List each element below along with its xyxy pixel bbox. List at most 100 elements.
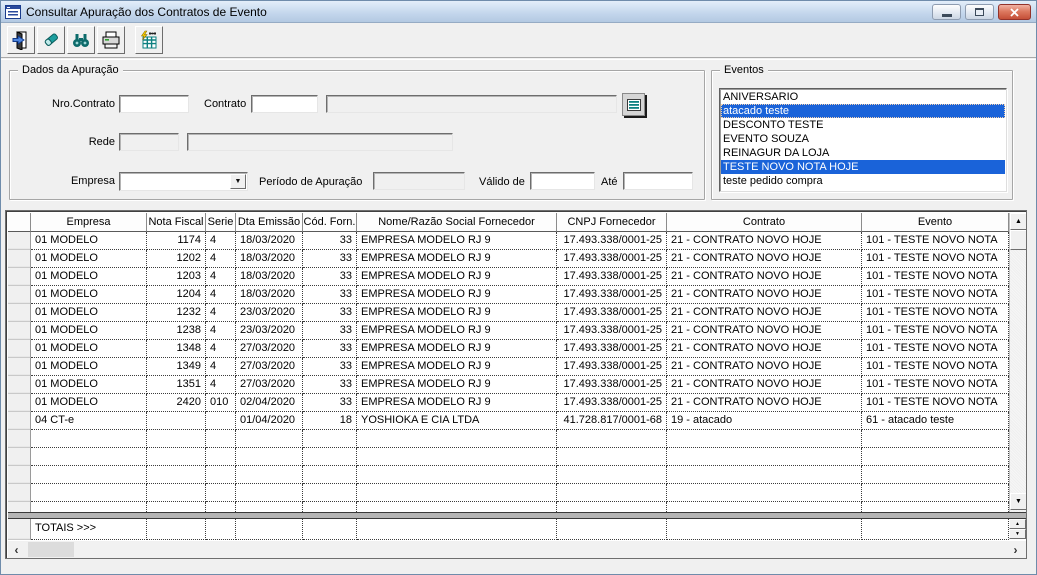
- grid-cell[interactable]: 33: [303, 340, 357, 358]
- grid-cell[interactable]: 23/03/2020: [236, 322, 303, 340]
- grid-cell[interactable]: 17.493.338/0001-25: [557, 250, 667, 268]
- grid-cell[interactable]: 010: [206, 394, 236, 412]
- grid-cell[interactable]: 18/03/2020: [236, 250, 303, 268]
- grid-cell[interactable]: 1202: [147, 250, 206, 268]
- grid-cell[interactable]: [31, 502, 147, 512]
- scroll-left-button[interactable]: ‹: [8, 541, 25, 558]
- grid-cell[interactable]: 27/03/2020: [236, 376, 303, 394]
- grid-cell[interactable]: 4: [206, 286, 236, 304]
- vertical-scrollbar[interactable]: ▲ ▼: [1009, 213, 1026, 512]
- grid-cell[interactable]: [357, 502, 557, 512]
- grid-row[interactable]: [8, 484, 1009, 502]
- grid-cell[interactable]: [557, 466, 667, 484]
- spinner-up-button[interactable]: ▲: [1009, 519, 1026, 529]
- grid-cell[interactable]: 17.493.338/0001-25: [557, 232, 667, 250]
- grid-cell[interactable]: [303, 484, 357, 502]
- grid-cell[interactable]: 01 MODELO: [31, 250, 147, 268]
- grid-cell[interactable]: [667, 502, 862, 512]
- grid-cell[interactable]: EMPRESA MODELO RJ 9: [357, 286, 557, 304]
- grid-cell[interactable]: 1232: [147, 304, 206, 322]
- contrato-codigo-input[interactable]: [251, 95, 318, 113]
- search-button[interactable]: [67, 26, 95, 54]
- grid-cell[interactable]: [303, 430, 357, 448]
- grid-cell[interactable]: [31, 430, 147, 448]
- grid-cell[interactable]: 01 MODELO: [31, 376, 147, 394]
- grid-cell[interactable]: [147, 502, 206, 512]
- grid-row[interactable]: 01 MODELO 1232 4 23/03/2020 33 EMPRESA MODELO…: [8, 304, 1009, 322]
- column-header[interactable]: Evento: [862, 213, 1009, 232]
- grid-cell[interactable]: 21 - CONTRATO NOVO HOJE: [667, 358, 862, 376]
- grid-row[interactable]: [8, 448, 1009, 466]
- scroll-down-button[interactable]: ▼: [1010, 493, 1026, 510]
- grid-cell[interactable]: 101 - TESTE NOVO NOTA: [862, 250, 1009, 268]
- grid-cell[interactable]: 33: [303, 304, 357, 322]
- grid-cell[interactable]: 101 - TESTE NOVO NOTA: [862, 322, 1009, 340]
- grid-row[interactable]: 01 MODELO 1351 4 27/03/2020 33 EMPRESA MODELO…: [8, 376, 1009, 394]
- eventos-item[interactable]: atacado teste: [721, 104, 1005, 118]
- empresa-combobox[interactable]: ▼: [119, 172, 248, 191]
- grid-cell[interactable]: [557, 502, 667, 512]
- vertical-scroll-thumb[interactable]: [1010, 230, 1026, 250]
- grid-cell[interactable]: [667, 448, 862, 466]
- grid-cell[interactable]: 17.493.338/0001-25: [557, 304, 667, 322]
- grid-cell[interactable]: [206, 448, 236, 466]
- grid-cell[interactable]: 1349: [147, 358, 206, 376]
- column-header[interactable]: Empresa: [31, 213, 147, 232]
- grid-cell[interactable]: 1238: [147, 322, 206, 340]
- grid-cell[interactable]: 33: [303, 358, 357, 376]
- grid-cell[interactable]: 4: [206, 232, 236, 250]
- grid-cell[interactable]: 21 - CONTRATO NOVO HOJE: [667, 322, 862, 340]
- grid-cell[interactable]: 4: [206, 340, 236, 358]
- grid-cell[interactable]: 21 - CONTRATO NOVO HOJE: [667, 340, 862, 358]
- grid-cell[interactable]: [667, 430, 862, 448]
- grid-cell[interactable]: [147, 484, 206, 502]
- spinner-down-button[interactable]: ▼: [1009, 529, 1026, 539]
- grid-cell[interactable]: 61 - atacado teste: [862, 412, 1009, 430]
- grid-cell[interactable]: 21 - CONTRATO NOVO HOJE: [667, 268, 862, 286]
- nro-contrato-input[interactable]: [119, 95, 189, 113]
- grid-cell[interactable]: 17.493.338/0001-25: [557, 286, 667, 304]
- grid-cell[interactable]: 101 - TESTE NOVO NOTA: [862, 340, 1009, 358]
- scroll-right-button[interactable]: ›: [1007, 541, 1024, 558]
- grid-cell[interactable]: 21 - CONTRATO NOVO HOJE: [667, 376, 862, 394]
- grid-cell[interactable]: [147, 466, 206, 484]
- grid-cell[interactable]: 01 MODELO: [31, 304, 147, 322]
- grid-cell[interactable]: 4: [206, 322, 236, 340]
- grid-cell[interactable]: 21 - CONTRATO NOVO HOJE: [667, 286, 862, 304]
- grid-cell[interactable]: 17.493.338/0001-25: [557, 376, 667, 394]
- grid-cell[interactable]: [206, 502, 236, 512]
- grid-cell[interactable]: 01 MODELO: [31, 322, 147, 340]
- grid-cell[interactable]: [31, 448, 147, 466]
- grid-row[interactable]: 01 MODELO 1349 4 27/03/2020 33 EMPRESA MODELO…: [8, 358, 1009, 376]
- grid-cell[interactable]: [303, 502, 357, 512]
- title-bar[interactable]: Consultar Apuração dos Contratos de Even…: [1, 1, 1036, 23]
- grid-cell[interactable]: 04 CT-e: [31, 412, 147, 430]
- eventos-item[interactable]: DESCONTO TESTE: [721, 118, 1005, 132]
- grid-cell[interactable]: [357, 448, 557, 466]
- grid-cell[interactable]: 1203: [147, 268, 206, 286]
- grid-cell[interactable]: 01 MODELO: [31, 232, 147, 250]
- column-header[interactable]: Cód. Forn.: [303, 213, 357, 232]
- eventos-listbox[interactable]: ANIVERSARIO atacado teste DESCONTO TESTE EV…: [719, 88, 1007, 192]
- close-button[interactable]: [998, 4, 1031, 20]
- grid-cell[interactable]: [206, 412, 236, 430]
- grid-cell[interactable]: 1348: [147, 340, 206, 358]
- grid-cell[interactable]: 33: [303, 268, 357, 286]
- grid-cell[interactable]: 19 - atacado: [667, 412, 862, 430]
- minimize-button[interactable]: [932, 4, 961, 20]
- contrato-lookup-button[interactable]: [622, 93, 645, 116]
- grid-cell[interactable]: 1204: [147, 286, 206, 304]
- grid-cell[interactable]: [147, 448, 206, 466]
- valido-de-input[interactable]: [530, 172, 595, 190]
- grid-cell[interactable]: 17.493.338/0001-25: [557, 394, 667, 412]
- grid-cell[interactable]: [557, 484, 667, 502]
- grid-cell[interactable]: [236, 466, 303, 484]
- grid-cell[interactable]: [31, 466, 147, 484]
- grid-cell[interactable]: [206, 466, 236, 484]
- grid-cell[interactable]: 2420: [147, 394, 206, 412]
- grid-cell[interactable]: 17.493.338/0001-25: [557, 268, 667, 286]
- grid-cell[interactable]: 1174: [147, 232, 206, 250]
- grid-cell[interactable]: [862, 430, 1009, 448]
- grid-cell[interactable]: EMPRESA MODELO RJ 9: [357, 394, 557, 412]
- grid-row[interactable]: 01 MODELO 1238 4 23/03/2020 33 EMPRESA MODELO…: [8, 322, 1009, 340]
